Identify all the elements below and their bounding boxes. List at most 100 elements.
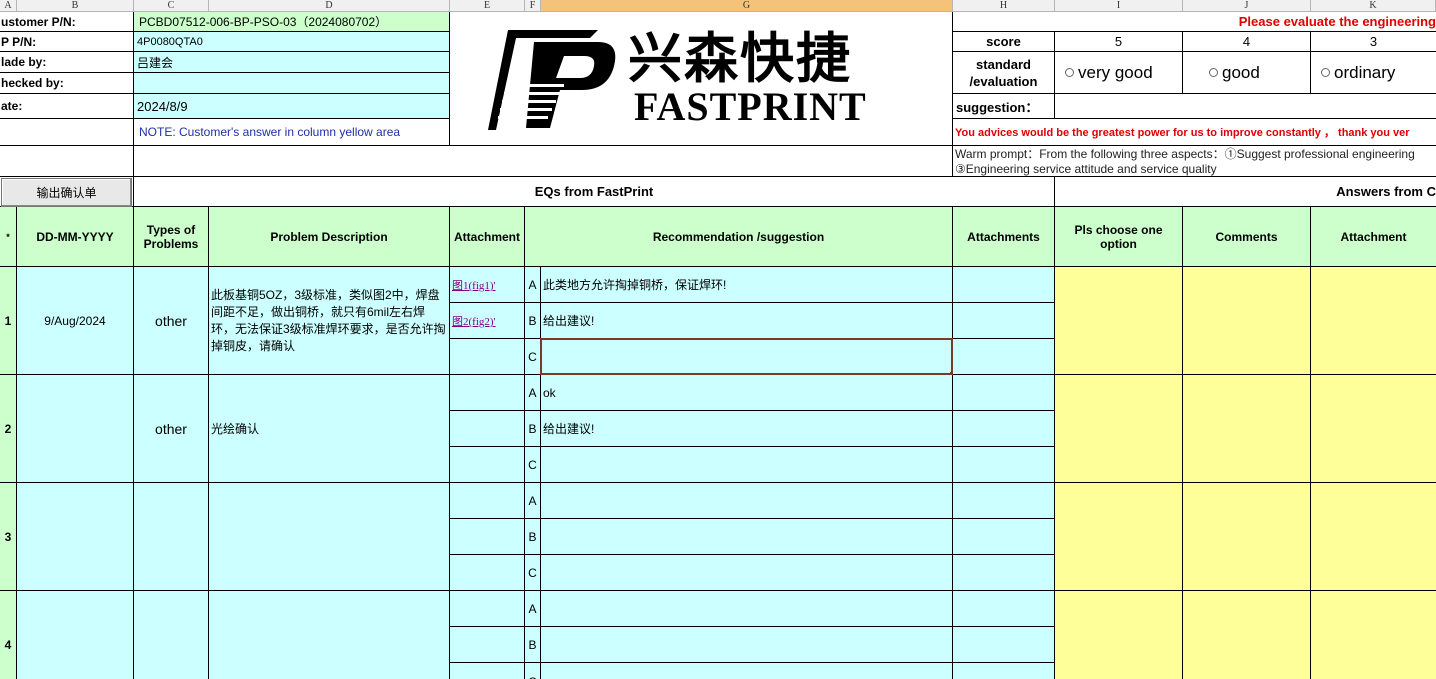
- recommendation-text[interactable]: [541, 447, 953, 483]
- radio-icon[interactable]: [1065, 68, 1074, 77]
- recommendation-text[interactable]: [541, 663, 953, 679]
- attachments-cell[interactable]: [953, 267, 1055, 303]
- recommendation-text[interactable]: [541, 591, 953, 627]
- column-header-k[interactable]: K: [1311, 0, 1436, 12]
- export-confirmation-button[interactable]: 输出确认单: [1, 178, 132, 207]
- header-problem: Problem Description: [209, 207, 450, 267]
- answer-attachment[interactable]: [1311, 375, 1436, 483]
- option-ordinary[interactable]: ordinary: [1311, 52, 1436, 94]
- attachment-cell[interactable]: [450, 339, 525, 375]
- recommendation-text[interactable]: [541, 555, 953, 591]
- recommendation-text[interactable]: [541, 483, 953, 519]
- option-letter: A: [525, 591, 541, 627]
- attachments-cell[interactable]: [953, 591, 1055, 627]
- row-problem-description[interactable]: 此板基铜5OZ，3级标准，类似图2中，焊盘间距不足，做出铜桥，就只有6mil左右…: [209, 267, 450, 375]
- note-text: NOTE: Customer's answer in column yellow…: [134, 119, 450, 146]
- suggestion-input[interactable]: [1055, 94, 1436, 119]
- answer-choose-option[interactable]: [1055, 267, 1183, 375]
- column-header-j[interactable]: J: [1183, 0, 1311, 12]
- option-letter: B: [525, 519, 541, 555]
- answer-choose-option[interactable]: [1055, 591, 1183, 679]
- recommendation-text[interactable]: ok: [541, 375, 953, 411]
- score-4: 4: [1183, 32, 1311, 52]
- made-by-value[interactable]: 吕建会: [134, 52, 450, 73]
- recommendation-text[interactable]: 给出建议!: [541, 411, 953, 447]
- answer-comments[interactable]: [1183, 591, 1311, 679]
- blank-cell: [0, 119, 134, 146]
- header-choose-option: Pls choose one option: [1055, 207, 1183, 267]
- row-date[interactable]: [17, 375, 134, 483]
- answer-attachment[interactable]: [1311, 483, 1436, 591]
- attachments-cell[interactable]: [953, 411, 1055, 447]
- attachments-cell[interactable]: [953, 447, 1055, 483]
- row-number: 1: [0, 267, 17, 375]
- attachments-cell[interactable]: [953, 627, 1055, 663]
- attachments-cell[interactable]: [953, 483, 1055, 519]
- column-header-g[interactable]: G: [541, 0, 953, 12]
- column-header-i[interactable]: I: [1055, 0, 1183, 12]
- attachment-cell[interactable]: [450, 627, 525, 663]
- answer-attachment[interactable]: [1311, 591, 1436, 679]
- column-header-e[interactable]: E: [450, 0, 525, 12]
- attachment-cell[interactable]: [450, 447, 525, 483]
- customer-pn-value[interactable]: PCBD07512-006-BP-PSO-03（2024080702）: [134, 12, 450, 32]
- attachments-cell[interactable]: [953, 663, 1055, 679]
- row-type[interactable]: [134, 591, 209, 679]
- recommendation-text[interactable]: [541, 627, 953, 663]
- answer-choose-option[interactable]: [1055, 375, 1183, 483]
- attachments-cell[interactable]: [953, 519, 1055, 555]
- recommendation-text[interactable]: 此类地方允许掏掉铜桥，保证焊环!: [541, 267, 953, 303]
- attachment-link-fig2[interactable]: 图2(fig2)': [450, 303, 525, 339]
- radio-icon[interactable]: [1321, 68, 1330, 77]
- answer-choose-option[interactable]: [1055, 483, 1183, 591]
- column-header-b[interactable]: B: [17, 0, 134, 12]
- row-problem-description[interactable]: 光绘确认: [209, 375, 450, 483]
- row-type[interactable]: other: [134, 267, 209, 375]
- attachment-cell[interactable]: [450, 663, 525, 679]
- attachment-cell[interactable]: [450, 483, 525, 519]
- radio-icon[interactable]: [1209, 68, 1218, 77]
- checked-by-value[interactable]: [134, 73, 450, 94]
- attachment-cell[interactable]: [450, 519, 525, 555]
- column-header-c[interactable]: C: [134, 0, 209, 12]
- column-header-d[interactable]: D: [209, 0, 450, 12]
- row-date[interactable]: [17, 483, 134, 591]
- standard-label-line1: standard: [976, 56, 1031, 72]
- option-very-good[interactable]: very good: [1055, 52, 1183, 94]
- fp-pn-label: P P/N:: [0, 32, 134, 52]
- fp-pn-value[interactable]: 4P0080QTA0: [134, 32, 450, 52]
- recommendation-text[interactable]: [541, 519, 953, 555]
- attachment-cell[interactable]: [450, 591, 525, 627]
- attachment-link-fig1[interactable]: 图1(fig1)': [450, 267, 525, 303]
- attachments-cell[interactable]: [953, 303, 1055, 339]
- standard-label-line2: /evaluation: [969, 73, 1038, 89]
- row-problem-description[interactable]: [209, 591, 450, 679]
- recommendation-text[interactable]: 给出建议!: [541, 303, 953, 339]
- answer-comments[interactable]: [1183, 375, 1311, 483]
- column-header-a[interactable]: A: [0, 0, 17, 12]
- row-problem-description[interactable]: [209, 483, 450, 591]
- active-cell-selection[interactable]: [540, 338, 953, 375]
- customer-pn-label: ustomer P/N:: [0, 12, 134, 32]
- attachment-cell[interactable]: [450, 411, 525, 447]
- attachments-cell[interactable]: [953, 375, 1055, 411]
- option-letter: A: [525, 267, 541, 303]
- attachment-cell[interactable]: [450, 555, 525, 591]
- blank-cell: [134, 146, 953, 177]
- column-header-f[interactable]: F: [525, 0, 541, 12]
- date-value[interactable]: 2024/8/9: [134, 94, 450, 119]
- attachment-cell[interactable]: [450, 375, 525, 411]
- row-type[interactable]: other: [134, 375, 209, 483]
- option-good[interactable]: good: [1183, 52, 1311, 94]
- answer-attachment[interactable]: [1311, 267, 1436, 375]
- column-header-h[interactable]: H: [953, 0, 1055, 12]
- row-type[interactable]: [134, 483, 209, 591]
- attachments-cell[interactable]: [953, 555, 1055, 591]
- attachments-cell[interactable]: [953, 339, 1055, 375]
- eqs-section-title: EQs from FastPrint: [134, 177, 1055, 207]
- row-date[interactable]: 9/Aug/2024: [17, 267, 134, 375]
- answer-comments[interactable]: [1183, 267, 1311, 375]
- answer-comments[interactable]: [1183, 483, 1311, 591]
- header-attachment: Attachment: [450, 207, 525, 267]
- row-date[interactable]: [17, 591, 134, 679]
